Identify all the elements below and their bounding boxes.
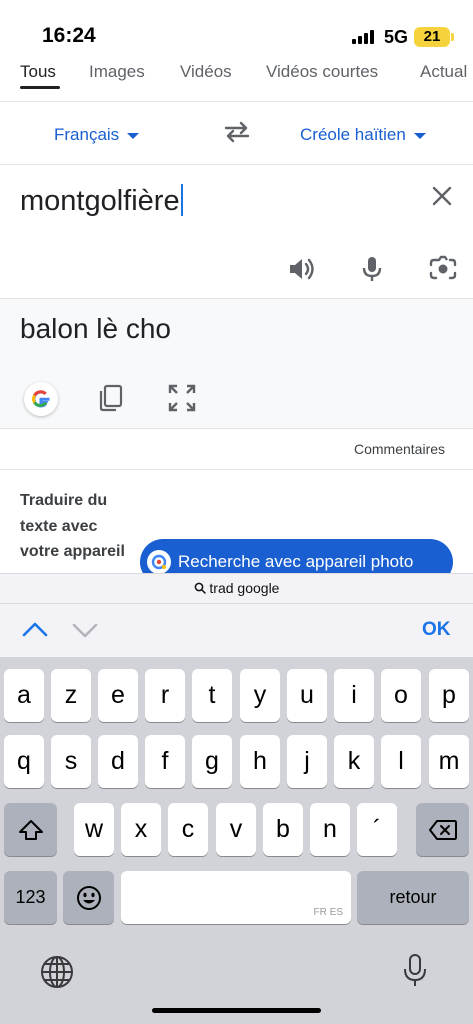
chevron-up-icon[interactable] — [22, 620, 48, 638]
key-w[interactable]: w — [74, 803, 114, 856]
key-s[interactable]: s — [51, 735, 91, 788]
camera-search-label: Recherche avec appareil photo — [178, 552, 414, 571]
key-o[interactable]: o — [381, 669, 421, 722]
battery-icon: 21 — [414, 27, 450, 47]
key-l[interactable]: l — [381, 735, 421, 788]
source-text-input[interactable]: montgolfière — [20, 184, 183, 218]
search-tabs: Tous Images Vidéos Vidéos courtes Actual — [0, 56, 473, 102]
search-icon — [194, 582, 206, 594]
source-language-select[interactable]: Français — [54, 125, 140, 145]
source-language-label: Français — [54, 125, 120, 144]
key-h[interactable]: h — [240, 735, 280, 788]
key-c[interactable]: c — [168, 803, 208, 856]
swap-languages-icon[interactable] — [222, 120, 252, 144]
key-t[interactable]: t — [192, 669, 232, 722]
key-j[interactable]: j — [287, 735, 327, 788]
target-language-select[interactable]: Créole haïtien — [300, 125, 426, 145]
key-i[interactable]: i — [334, 669, 374, 722]
chevron-down-icon — [413, 132, 426, 139]
key-accent[interactable]: ´ — [357, 803, 397, 856]
google-logo-icon[interactable] — [24, 382, 58, 416]
home-indicator[interactable] — [152, 1008, 321, 1013]
signal-icon — [352, 30, 376, 44]
key-x[interactable]: x — [121, 803, 161, 856]
emoji-icon — [76, 886, 101, 911]
active-tab-indicator — [20, 86, 60, 89]
globe-icon[interactable] — [40, 955, 74, 989]
translation-result-area: balon lè cho — [0, 299, 473, 429]
battery-cap — [451, 33, 454, 41]
translated-text: balon lè cho — [20, 313, 172, 344]
done-button[interactable]: OK — [422, 619, 451, 641]
microphone-icon[interactable] — [357, 254, 387, 284]
copy-icon[interactable] — [96, 383, 126, 413]
key-q[interactable]: q — [4, 735, 44, 788]
lens-icon — [147, 550, 171, 574]
keyboard: a z e r t y u i o p q s d f g h j k l m … — [0, 657, 473, 1024]
close-icon[interactable] — [430, 184, 454, 208]
backspace-icon — [428, 820, 457, 841]
key-u[interactable]: u — [287, 669, 327, 722]
text-cursor — [180, 184, 183, 216]
network-type: 5G — [384, 27, 409, 47]
shift-key[interactable] — [4, 803, 57, 856]
chevron-down-icon — [127, 132, 140, 139]
tab-images[interactable]: Images — [89, 62, 145, 82]
keyboard-accessory-bar: OK — [0, 603, 473, 657]
key-y[interactable]: y — [240, 669, 280, 722]
tab-news[interactable]: Actual — [420, 62, 467, 82]
shift-icon — [18, 820, 43, 841]
tab-all[interactable]: Tous — [20, 62, 56, 82]
source-text-area[interactable]: montgolfière — [0, 166, 473, 299]
key-f[interactable]: f — [145, 735, 185, 788]
key-k[interactable]: k — [334, 735, 374, 788]
tab-short-videos[interactable]: Vidéos courtes — [266, 62, 378, 82]
divider — [0, 469, 473, 470]
source-text-value: montgolfière — [20, 185, 180, 217]
key-p[interactable]: p — [429, 669, 469, 722]
key-b[interactable]: b — [263, 803, 303, 856]
key-g[interactable]: g — [192, 735, 232, 788]
status-bar: 16:24 5G 21 — [0, 0, 473, 56]
dictation-microphone-icon[interactable] — [402, 953, 428, 989]
tab-videos[interactable]: Vidéos — [180, 62, 232, 82]
browser-url-bar[interactable]: trad google — [0, 573, 473, 603]
key-v[interactable]: v — [216, 803, 256, 856]
emoji-key[interactable] — [63, 871, 114, 924]
key-d[interactable]: d — [98, 735, 138, 788]
status-time: 16:24 — [42, 24, 96, 47]
camera-lens-icon[interactable] — [428, 254, 458, 284]
target-language-label: Créole haïtien — [300, 125, 406, 144]
feedback-link[interactable]: Commentaires — [354, 441, 445, 457]
return-key[interactable]: retour — [357, 871, 469, 924]
fullscreen-icon[interactable] — [167, 383, 197, 413]
key-m[interactable]: m — [429, 735, 469, 788]
url-text: trad google — [209, 580, 280, 596]
key-n[interactable]: n — [310, 803, 350, 856]
backspace-key[interactable] — [416, 803, 469, 856]
space-key[interactable]: FR ES — [121, 871, 351, 924]
key-e[interactable]: e — [98, 669, 138, 722]
key-z[interactable]: z — [51, 669, 91, 722]
space-language-hint: FR ES — [313, 907, 343, 918]
key-a[interactable]: a — [4, 669, 44, 722]
speaker-icon[interactable] — [286, 254, 316, 284]
numbers-key[interactable]: 123 — [4, 871, 57, 924]
chevron-down-icon[interactable] — [72, 622, 98, 640]
promo-text: Traduire du texte avec votre appareil — [20, 492, 125, 560]
key-r[interactable]: r — [145, 669, 185, 722]
